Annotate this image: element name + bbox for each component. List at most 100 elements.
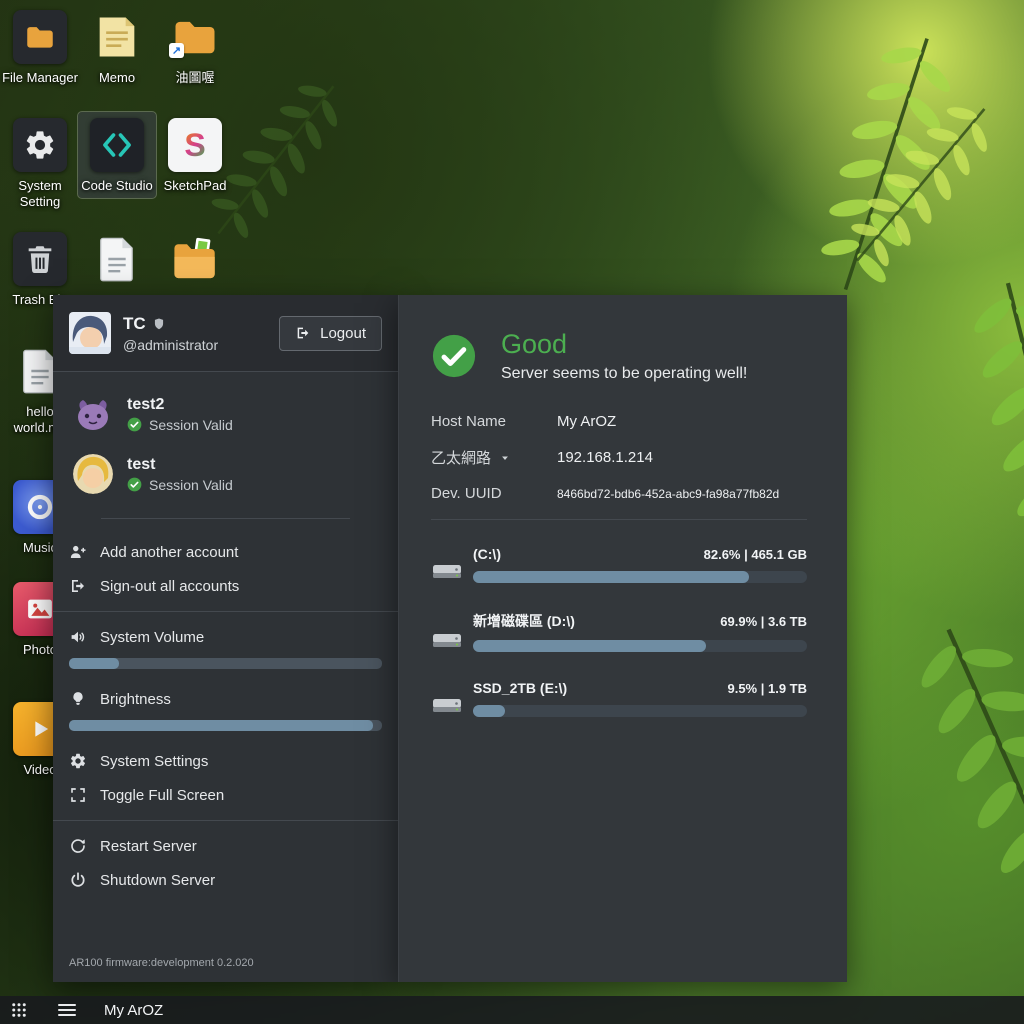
disk-name: 新增磁碟區 (D:\) xyxy=(473,611,575,631)
sketchpad-logo: S xyxy=(184,127,205,164)
gear-icon xyxy=(69,752,87,770)
disk-usage-fill xyxy=(473,640,706,652)
power-section: Restart Server Shutdown Server xyxy=(53,821,398,905)
user-panel-header: TC @administrator Logout xyxy=(53,295,398,371)
info-label: Dev. UUID xyxy=(431,485,557,502)
hamburger-icon xyxy=(58,1004,76,1016)
divider xyxy=(431,519,807,520)
disk-info: (C:\) 82.6% | 465.1 GB xyxy=(473,546,807,583)
status-panel: Good Server seems to be operating well! … xyxy=(398,295,847,982)
account-row-test2[interactable]: test2 Session Valid xyxy=(53,384,398,444)
memo-icon xyxy=(90,10,144,64)
desktop-icon-document[interactable] xyxy=(78,226,156,296)
desktop-icon-memo[interactable]: Memo xyxy=(78,4,156,90)
system-controls-section: System Volume Brightness System Settings… xyxy=(53,612,398,820)
hdd-icon xyxy=(431,693,463,717)
server-status: Good xyxy=(501,329,747,360)
disk-item-c: (C:\) 82.6% | 465.1 GB xyxy=(431,546,807,583)
hdd-icon xyxy=(431,559,463,583)
menu-item-signout-all[interactable]: Sign-out all accounts xyxy=(69,569,382,603)
menu-button[interactable] xyxy=(28,1004,76,1016)
folder-shortcut-icon: ↗ xyxy=(168,10,222,64)
user-avatar xyxy=(69,312,111,354)
status-text-block: Good Server seems to be operating well! xyxy=(501,329,747,383)
disk-item-d: 新增磁碟區 (D:\) 69.9% | 3.6 TB xyxy=(431,611,807,652)
sketchpad-icon: S xyxy=(168,118,222,172)
hostname-value: My ArOZ xyxy=(557,413,616,430)
folder-document-icon xyxy=(168,232,222,286)
logout-icon xyxy=(295,325,311,341)
taskbar-title: My ArOZ xyxy=(104,1002,163,1019)
icon-label: Music xyxy=(23,540,57,556)
icon-label: Code Studio xyxy=(81,178,153,194)
icon-label: File Manager xyxy=(2,70,78,86)
icon-label: SketchPad xyxy=(164,178,227,194)
divider xyxy=(101,518,350,519)
volume-slider[interactable] xyxy=(69,658,382,669)
volume-icon xyxy=(69,628,87,646)
account-info: test Session Valid xyxy=(127,456,233,493)
disk-usage-bar xyxy=(473,640,807,652)
user-panel: TC @administrator Logout xyxy=(53,295,398,982)
menu-item-system-settings[interactable]: System Settings xyxy=(69,744,382,778)
menu-item-restart-server[interactable]: Restart Server xyxy=(69,829,382,863)
restart-icon xyxy=(69,837,87,855)
icon-label: System Setting xyxy=(1,178,79,211)
desktop-icon-folder-document[interactable] xyxy=(156,226,234,296)
disk-usage-bar xyxy=(473,571,807,583)
desktop-icon-sketchpad[interactable]: S SketchPad xyxy=(156,112,234,198)
disk-usage-stats: 69.9% | 3.6 TB xyxy=(720,614,807,629)
desktop-icon-system-setting[interactable]: System Setting xyxy=(1,112,79,215)
status-ok-check-icon xyxy=(431,333,477,379)
icon-label: Video xyxy=(23,762,56,778)
account-row-test[interactable]: test Session Valid xyxy=(53,444,398,504)
firmware-version: AR100 firmware:development 0.2.020 xyxy=(53,947,398,982)
trash-icon xyxy=(13,232,67,286)
info-label: Host Name xyxy=(431,413,557,430)
shortcut-arrow-icon: ↗ xyxy=(169,43,184,58)
account-actions-section: Add another account Sign-out all account… xyxy=(53,527,398,611)
brightness-slider-fill xyxy=(69,720,373,731)
brightness-bulb-icon xyxy=(69,690,87,708)
desktop-icon-code-studio[interactable]: Code Studio xyxy=(78,112,156,198)
app-grid-button[interactable] xyxy=(10,1001,28,1019)
document-icon xyxy=(90,232,144,286)
brightness-slider[interactable] xyxy=(69,720,382,731)
gear-icon xyxy=(13,118,67,172)
volume-slider-fill xyxy=(69,658,119,669)
icon-label: Photo xyxy=(23,642,57,658)
disk-usage-bar xyxy=(473,705,807,717)
username: TC xyxy=(123,314,146,334)
menu-item-shutdown-server[interactable]: Shutdown Server xyxy=(69,863,382,897)
disk-info: 新增磁碟區 (D:\) 69.9% | 3.6 TB xyxy=(473,611,807,652)
device-uuid-value: 8466bd72-bdb6-452a-abc9-fa98a77fb82d xyxy=(557,487,779,501)
shield-icon xyxy=(152,317,166,331)
desktop-icon-folder-shortcut[interactable]: ↗ 油圖喔 xyxy=(156,4,234,90)
menu-item-brightness[interactable]: Brightness xyxy=(69,682,382,716)
account-name: test2 xyxy=(127,396,233,414)
disk-name: SSD_2TB (E:\) xyxy=(473,680,567,696)
account-avatar xyxy=(73,454,113,494)
session-status: Session Valid xyxy=(149,417,233,433)
hdd-icon xyxy=(431,628,463,652)
session-valid-check-icon xyxy=(127,417,142,432)
fullscreen-icon xyxy=(69,786,87,804)
network-interface-dropdown[interactable]: 乙太網路 xyxy=(431,447,557,468)
disk-info: SSD_2TB (E:\) 9.5% | 1.9 TB xyxy=(473,680,807,717)
info-row-hostname: Host Name My ArOZ xyxy=(431,413,807,430)
user-identity: TC @administrator xyxy=(123,314,218,353)
menu-item-system-volume[interactable]: System Volume xyxy=(69,620,382,654)
menu-item-add-account[interactable]: Add another account xyxy=(69,535,382,569)
menu-item-toggle-fullscreen[interactable]: Toggle Full Screen xyxy=(69,778,382,812)
person-add-icon xyxy=(69,543,87,561)
signout-icon xyxy=(69,577,87,595)
logout-button[interactable]: Logout xyxy=(279,316,382,351)
ip-address-value: 192.168.1.214 xyxy=(557,449,653,466)
server-status-header: Good Server seems to be operating well! xyxy=(431,329,807,383)
file-manager-icon xyxy=(13,10,67,64)
desktop-icon-file-manager[interactable]: File Manager xyxy=(1,4,79,90)
icon-label: 油圖喔 xyxy=(175,70,214,86)
info-row-network: 乙太網路 192.168.1.214 xyxy=(431,447,807,468)
info-row-uuid: Dev. UUID 8466bd72-bdb6-452a-abc9-fa98a7… xyxy=(431,485,807,502)
session-status: Session Valid xyxy=(149,477,233,493)
